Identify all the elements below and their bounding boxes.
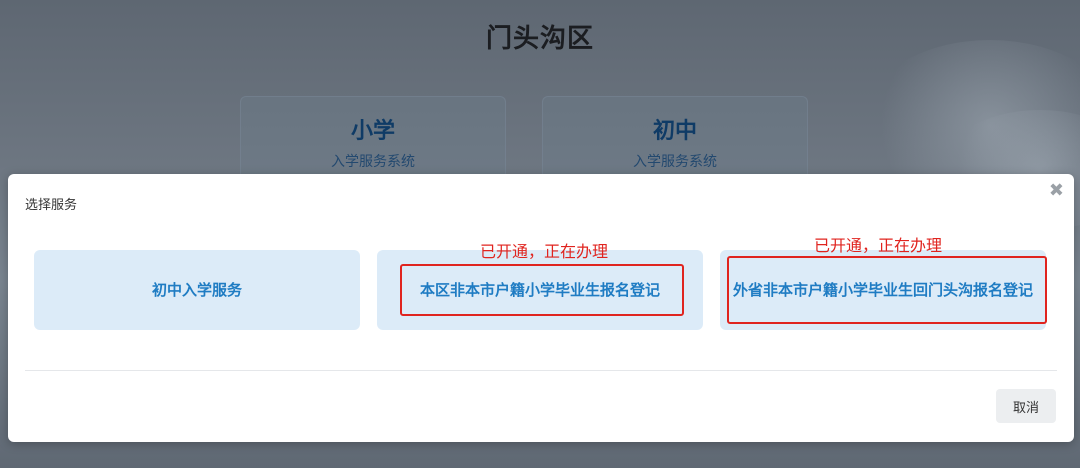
annotation-note: 已开通，正在办理 [480,242,609,261]
page: 门头沟区 小学 入学服务系统 初中 入学服务系统 选择服务 ✖ 初中入学服务 本… [0,0,1080,468]
select-service-modal: 选择服务 ✖ 初中入学服务 本区非本市户籍小学毕业生报名登记 外省非本市户籍小学… [8,174,1074,442]
highlight-box [400,264,684,316]
card-subtitle: 入学服务系统 [331,154,415,170]
district-title: 门头沟区 [485,24,594,54]
modal-title: 选择服务 [25,198,78,213]
annotation-note: 已开通，正在办理 [814,236,943,255]
close-icon[interactable]: ✖ [1049,182,1064,200]
divider [25,370,1057,371]
cancel-button[interactable]: 取消 [996,389,1056,423]
card-title: 小学 [350,119,395,144]
card-title: 初中 [652,119,697,144]
highlight-box [727,256,1047,324]
card-subtitle: 入学服务系统 [633,154,717,170]
option-label: 初中入学服务 [151,281,242,299]
option-middle-school-enrollment[interactable]: 初中入学服务 [34,250,360,330]
